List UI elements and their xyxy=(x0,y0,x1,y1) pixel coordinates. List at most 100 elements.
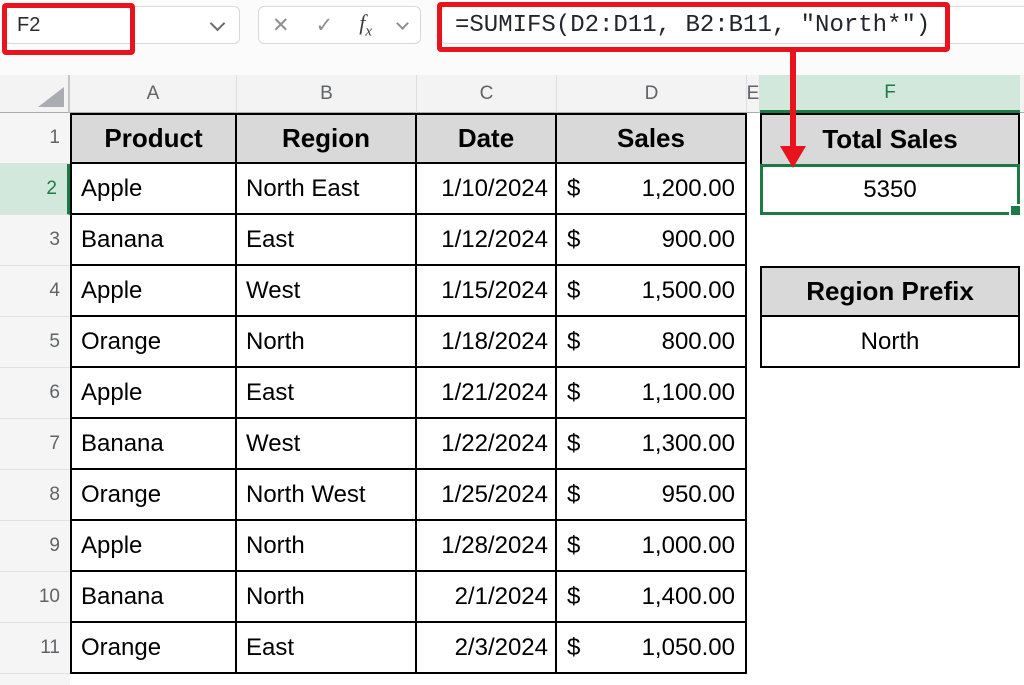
cell-C9[interactable]: 1/28/2024 xyxy=(417,521,557,572)
column-header-D[interactable]: D xyxy=(557,75,747,113)
currency-symbol: $ xyxy=(567,480,581,508)
cell-C4[interactable]: 1/15/2024 xyxy=(417,266,557,317)
cell-E8[interactable] xyxy=(747,470,760,521)
cell-B1[interactable]: Region xyxy=(237,113,417,164)
row-header-7[interactable]: 7 xyxy=(0,419,70,470)
cell-F4[interactable]: Region Prefix xyxy=(760,266,1020,317)
row-header-10[interactable]: 10 xyxy=(0,572,70,623)
select-all-corner[interactable] xyxy=(0,75,70,113)
cell-F3[interactable] xyxy=(760,215,1020,266)
cell-A6[interactable]: Apple xyxy=(70,368,237,419)
name-box[interactable]: F2 xyxy=(4,6,240,44)
column-header-E[interactable]: E xyxy=(747,75,760,113)
cell-C3[interactable]: 1/12/2024 xyxy=(417,215,557,266)
cell-A3[interactable]: Banana xyxy=(70,215,237,266)
cell-B7[interactable]: West xyxy=(237,419,417,470)
cell-F1[interactable]: Total Sales xyxy=(760,113,1020,164)
fill-handle[interactable] xyxy=(1009,204,1022,217)
cell-A10[interactable]: Banana xyxy=(70,572,237,623)
cell-C5[interactable]: 1/18/2024 xyxy=(417,317,557,368)
cell-F11[interactable] xyxy=(760,623,1020,674)
row-header-9[interactable]: 9 xyxy=(0,521,70,572)
row-header-4[interactable]: 4 xyxy=(0,266,70,317)
cell-B2[interactable]: North East xyxy=(237,164,417,215)
cell-D6[interactable]: $1,100.00 xyxy=(557,368,747,419)
cell-A1[interactable]: Product xyxy=(70,113,237,164)
cell-A5[interactable]: Orange xyxy=(70,317,237,368)
cell-E3[interactable] xyxy=(747,215,760,266)
row-header-2[interactable]: 2 xyxy=(0,164,70,215)
cell-D10[interactable]: $1,400.00 xyxy=(557,572,747,623)
cell-A4[interactable]: Apple xyxy=(70,266,237,317)
cell-F8[interactable] xyxy=(760,470,1020,521)
chevron-down-icon[interactable] xyxy=(396,17,409,30)
cell-C11[interactable]: 2/3/2024 xyxy=(417,623,557,674)
cell-E7[interactable] xyxy=(747,419,760,470)
cell-B11[interactable]: East xyxy=(237,623,417,674)
cell-D11[interactable]: $1,050.00 xyxy=(557,623,747,674)
cell-F9[interactable] xyxy=(760,521,1020,572)
cell-E11[interactable] xyxy=(747,623,760,674)
cell-E4[interactable] xyxy=(747,266,760,317)
cell-D1[interactable]: Sales xyxy=(557,113,747,164)
cell-B8[interactable]: North West xyxy=(237,470,417,521)
cell-D8[interactable]: $950.00 xyxy=(557,470,747,521)
cell-F2[interactable]: 5350 xyxy=(760,164,1022,217)
cell-C1[interactable]: Date xyxy=(417,113,557,164)
cell-B6[interactable]: East xyxy=(237,368,417,419)
row-header-5[interactable]: 5 xyxy=(0,317,70,368)
cell-B10[interactable]: North xyxy=(237,572,417,623)
cell-F5[interactable]: North xyxy=(760,317,1020,368)
cell-A7[interactable]: Banana xyxy=(70,419,237,470)
cell-A9[interactable]: Apple xyxy=(70,521,237,572)
cell-C7[interactable]: 1/22/2024 xyxy=(417,419,557,470)
column-header-B[interactable]: B xyxy=(237,75,417,113)
row-header-11[interactable]: 11 xyxy=(0,623,70,674)
cell-D5[interactable]: $800.00 xyxy=(557,317,747,368)
cell-B4[interactable]: West xyxy=(237,266,417,317)
cell-A2[interactable]: Apple xyxy=(70,164,237,215)
column-header-C[interactable]: C xyxy=(417,75,557,113)
formula-input[interactable]: =SUMIFS(D2:D11, B2:B11, "North*") xyxy=(440,6,1024,44)
row-header-6[interactable]: 6 xyxy=(0,368,70,419)
cell-A11[interactable]: Orange xyxy=(70,623,237,674)
cell-C6[interactable]: 1/21/2024 xyxy=(417,368,557,419)
currency-symbol: $ xyxy=(567,429,581,457)
cell-E9[interactable] xyxy=(747,521,760,572)
cell-F6[interactable] xyxy=(760,368,1020,419)
cell-D9[interactable]: $1,000.00 xyxy=(557,521,747,572)
cell-B9[interactable]: North xyxy=(237,521,417,572)
cell-E1[interactable] xyxy=(747,113,760,164)
cell-D3[interactable]: $900.00 xyxy=(557,215,747,266)
row-header-8[interactable]: 8 xyxy=(0,470,70,521)
cell-E10[interactable] xyxy=(747,572,760,623)
cell-F10[interactable] xyxy=(760,572,1020,623)
chevron-down-icon[interactable] xyxy=(209,15,226,31)
row-header-1[interactable]: 1 xyxy=(0,113,70,164)
cell-C10[interactable]: 2/1/2024 xyxy=(417,572,557,623)
cell-D2[interactable]: $1,200.00 xyxy=(557,164,747,215)
cell-F7[interactable] xyxy=(760,419,1020,470)
cancel-icon[interactable]: ✕ xyxy=(272,13,290,38)
cell-E6[interactable] xyxy=(747,368,760,419)
cell-A8[interactable]: Orange xyxy=(70,470,237,521)
cell-D4[interactable]: $1,500.00 xyxy=(557,266,747,317)
cell-row12-3 xyxy=(557,674,747,685)
row-header-3[interactable]: 3 xyxy=(0,215,70,266)
amount: 900.00 xyxy=(661,225,735,253)
cell-C8[interactable]: 1/25/2024 xyxy=(417,470,557,521)
cell-E2[interactable] xyxy=(747,164,760,215)
insert-function-icon[interactable]: fx xyxy=(359,10,372,40)
cell-C2[interactable]: 1/10/2024 xyxy=(417,164,557,215)
cell-E5[interactable] xyxy=(747,317,760,368)
cell-B3[interactable]: East xyxy=(237,215,417,266)
cell-D7[interactable]: $1,300.00 xyxy=(557,419,747,470)
column-header-A[interactable]: A xyxy=(70,75,237,113)
column-header-F[interactable]: F xyxy=(760,75,1020,113)
cell-B5[interactable]: North xyxy=(237,317,417,368)
cell-pad-5 xyxy=(1020,317,1024,368)
currency-symbol: $ xyxy=(567,582,581,610)
row-header-12[interactable] xyxy=(0,674,70,685)
enter-icon[interactable]: ✓ xyxy=(316,13,334,38)
sheet-grid: A B C D E F 1 Product Region Date Sales Total Sales… xyxy=(0,75,1024,685)
